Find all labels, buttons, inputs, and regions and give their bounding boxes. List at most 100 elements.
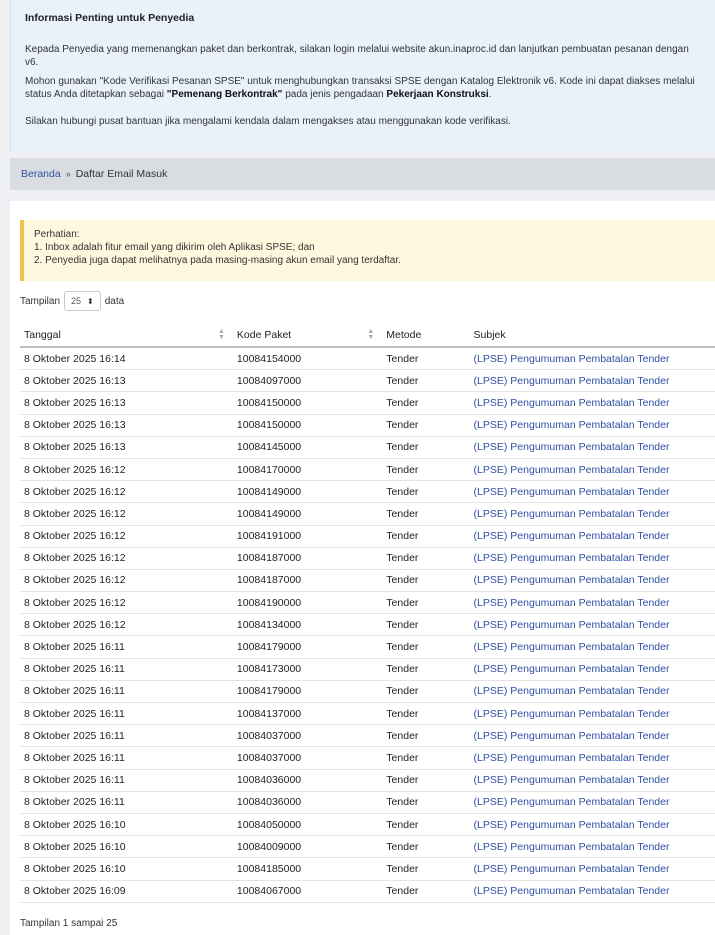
cell-kode-paket: 10084179000 (232, 680, 383, 704)
table-row: 8 Oktober 2025 16:11 10084036000 Tender (LP… (20, 769, 715, 792)
table-row: 8 Oktober 2025 16:11 10084036000 Tender (LP… (20, 791, 715, 814)
table-row: 8 Oktober 2025 16:13 10084145000 Tender (LP… (20, 436, 715, 459)
table-row: 8 Oktober 2025 16:11 10084179000 Tender (LP… (20, 680, 715, 704)
breadcrumb: Beranda » Daftar Email Masuk (10, 158, 715, 190)
info-paragraph-1: Kepada Penyedia yang memenangkan paket d… (25, 43, 715, 69)
cell-tanggal: 8 Oktober 2025 16:11 (20, 769, 233, 792)
cell-tanggal: 8 Oktober 2025 16:12 (20, 458, 233, 482)
column-header-subjek[interactable]: Subjek (469, 324, 715, 348)
cell-kode-paket: 10084036000 (232, 769, 383, 792)
table-row: 8 Oktober 2025 16:10 10084009000 Tender (LP… (20, 835, 715, 859)
cell-tanggal: 8 Oktober 2025 16:11 (20, 791, 233, 814)
cell-subjek-link[interactable]: (LPSE) Pengumuman Pembatalan Tender (469, 658, 715, 681)
cell-tanggal: 8 Oktober 2025 16:12 (20, 591, 233, 615)
cell-subjek-link[interactable]: (LPSE) Pengumuman Pembatalan Tender (469, 791, 715, 814)
cell-metode: Tender (382, 613, 470, 637)
cell-metode: Tender (382, 591, 470, 615)
cell-metode: Tender (382, 369, 470, 393)
cell-kode-paket: 10084145000 (232, 436, 383, 459)
info-paragraph-3: Silakan hubungi pusat bantuan jika menga… (25, 116, 511, 127)
cell-tanggal: 8 Oktober 2025 16:12 (20, 480, 233, 504)
cell-subjek-link[interactable]: (LPSE) Pengumuman Pembatalan Tender (469, 613, 715, 637)
inbox-panel: Perhatian: 1. Inbox adalah fitur email y… (10, 201, 715, 935)
table-row: 8 Oktober 2025 16:12 10084191000 Tender (LP… (20, 525, 715, 548)
table-row: 8 Oktober 2025 16:12 10084190000 Tender (LP… (20, 591, 715, 615)
cell-subjek-link[interactable]: (LPSE) Pengumuman Pembatalan Tender (469, 480, 715, 504)
cell-tanggal: 8 Oktober 2025 16:12 (20, 547, 233, 570)
info-panel: Informasi Penting untuk Penyedia Kepada … (10, 0, 715, 152)
cell-metode: Tender (382, 458, 470, 482)
cell-subjek-link[interactable]: (LPSE) Pengumuman Pembatalan Tender (469, 547, 715, 570)
cell-kode-paket: 10084037000 (232, 724, 383, 748)
cell-metode: Tender (382, 502, 470, 526)
cell-metode: Tender (382, 857, 470, 881)
cell-tanggal: 8 Oktober 2025 16:11 (20, 658, 233, 681)
info-p2-procurement-type: Pekerjaan Konstruksi (386, 89, 489, 100)
cell-metode: Tender (382, 880, 470, 903)
cell-tanggal: 8 Oktober 2025 16:14 (20, 347, 233, 371)
cell-subjek-link[interactable]: (LPSE) Pengumuman Pembatalan Tender (469, 746, 715, 770)
page-length-prefix: Tampilan (20, 295, 61, 307)
page-length-select[interactable]: 25 ⬍ (64, 291, 101, 311)
table-row: 8 Oktober 2025 16:11 10084137000 Tender (LP… (20, 702, 715, 726)
cell-tanggal: 8 Oktober 2025 16:12 (20, 569, 233, 593)
table-row: 8 Oktober 2025 16:11 10084037000 Tender (LP… (20, 746, 715, 770)
table-info: Tampilan 1 sampai 25 (20, 918, 118, 929)
cell-tanggal: 8 Oktober 2025 16:10 (20, 813, 233, 837)
column-header-metode[interactable]: Metode (382, 324, 470, 348)
cell-subjek-link[interactable]: (LPSE) Pengumuman Pembatalan Tender (469, 635, 715, 659)
cell-kode-paket: 10084037000 (232, 746, 383, 770)
cell-subjek-link[interactable]: (LPSE) Pengumuman Pembatalan Tender (469, 835, 715, 859)
cell-metode: Tender (382, 480, 470, 504)
cell-metode: Tender (382, 525, 470, 548)
sort-icon: ▲ ▼ (217, 328, 225, 341)
cell-subjek-link[interactable]: (LPSE) Pengumuman Pembatalan Tender (469, 591, 715, 615)
cell-metode: Tender (382, 569, 470, 593)
cell-subjek-link[interactable]: (LPSE) Pengumuman Pembatalan Tender (469, 347, 715, 371)
cell-subjek-link[interactable]: (LPSE) Pengumuman Pembatalan Tender (469, 502, 715, 526)
cell-subjek-link[interactable]: (LPSE) Pengumuman Pembatalan Tender (469, 702, 715, 726)
cell-subjek-link[interactable]: (LPSE) Pengumuman Pembatalan Tender (469, 391, 715, 415)
table-row: 8 Oktober 2025 16:14 10084154000 Tender (LP… (20, 347, 715, 371)
cell-subjek-link[interactable]: (LPSE) Pengumuman Pembatalan Tender (469, 414, 715, 437)
cell-subjek-link[interactable]: (LPSE) Pengumuman Pembatalan Tender (469, 525, 715, 548)
table-row: 8 Oktober 2025 16:09 10084067000 Tender (LP… (20, 880, 715, 903)
table-row: 8 Oktober 2025 16:13 10084097000 Tender (LP… (20, 369, 715, 393)
cell-subjek-link[interactable]: (LPSE) Pengumuman Pembatalan Tender (469, 680, 715, 704)
cell-metode: Tender (382, 635, 470, 659)
up-down-caret-icon: ⬍ (87, 296, 94, 306)
cell-subjek-link[interactable]: (LPSE) Pengumuman Pembatalan Tender (469, 436, 715, 459)
cell-metode: Tender (382, 547, 470, 570)
breadcrumb-separator: » (65, 169, 71, 179)
table-header-row: Tanggal ▲ ▼ Kode Paket ▲ ▼ Metode Subjek (20, 324, 715, 348)
cell-metode: Tender (382, 835, 470, 859)
cell-kode-paket: 10084149000 (232, 502, 383, 526)
cell-subjek-link[interactable]: (LPSE) Pengumuman Pembatalan Tender (469, 458, 715, 482)
cell-kode-paket: 10084150000 (232, 391, 383, 415)
column-header-tanggal[interactable]: Tanggal ▲ ▼ (20, 324, 233, 348)
cell-tanggal: 8 Oktober 2025 16:13 (20, 436, 233, 459)
column-header-kode-paket[interactable]: Kode Paket ▲ ▼ (232, 324, 383, 348)
cell-tanggal: 8 Oktober 2025 16:10 (20, 857, 233, 881)
cell-subjek-link[interactable]: (LPSE) Pengumuman Pembatalan Tender (469, 769, 715, 792)
cell-kode-paket: 10084179000 (232, 635, 383, 659)
cell-subjek-link[interactable]: (LPSE) Pengumuman Pembatalan Tender (469, 569, 715, 593)
cell-subjek-link[interactable]: (LPSE) Pengumuman Pembatalan Tender (469, 813, 715, 837)
cell-subjek-link[interactable]: (LPSE) Pengumuman Pembatalan Tender (469, 369, 715, 393)
cell-tanggal: 8 Oktober 2025 16:09 (20, 880, 233, 903)
cell-metode: Tender (382, 702, 470, 726)
cell-metode: Tender (382, 658, 470, 681)
cell-metode: Tender (382, 391, 470, 415)
cell-metode: Tender (382, 347, 470, 371)
cell-subjek-link[interactable]: (LPSE) Pengumuman Pembatalan Tender (469, 724, 715, 748)
cell-subjek-link[interactable]: (LPSE) Pengumuman Pembatalan Tender (469, 880, 715, 903)
cell-metode: Tender (382, 769, 470, 792)
cell-subjek-link[interactable]: (LPSE) Pengumuman Pembatalan Tender (469, 857, 715, 881)
notice-box: Perhatian: 1. Inbox adalah fitur email y… (20, 220, 715, 281)
table-row: 8 Oktober 2025 16:11 10084173000 Tender (LP… (20, 658, 715, 681)
breadcrumb-home-link[interactable]: Beranda (21, 168, 61, 180)
column-header-label: Subjek (473, 329, 506, 341)
table-row: 8 Oktober 2025 16:12 10084187000 Tender (LP… (20, 569, 715, 593)
table-row: 8 Oktober 2025 16:10 10084050000 Tender (LP… (20, 813, 715, 837)
table-row: 8 Oktober 2025 16:10 10084185000 Tender (LP… (20, 857, 715, 881)
